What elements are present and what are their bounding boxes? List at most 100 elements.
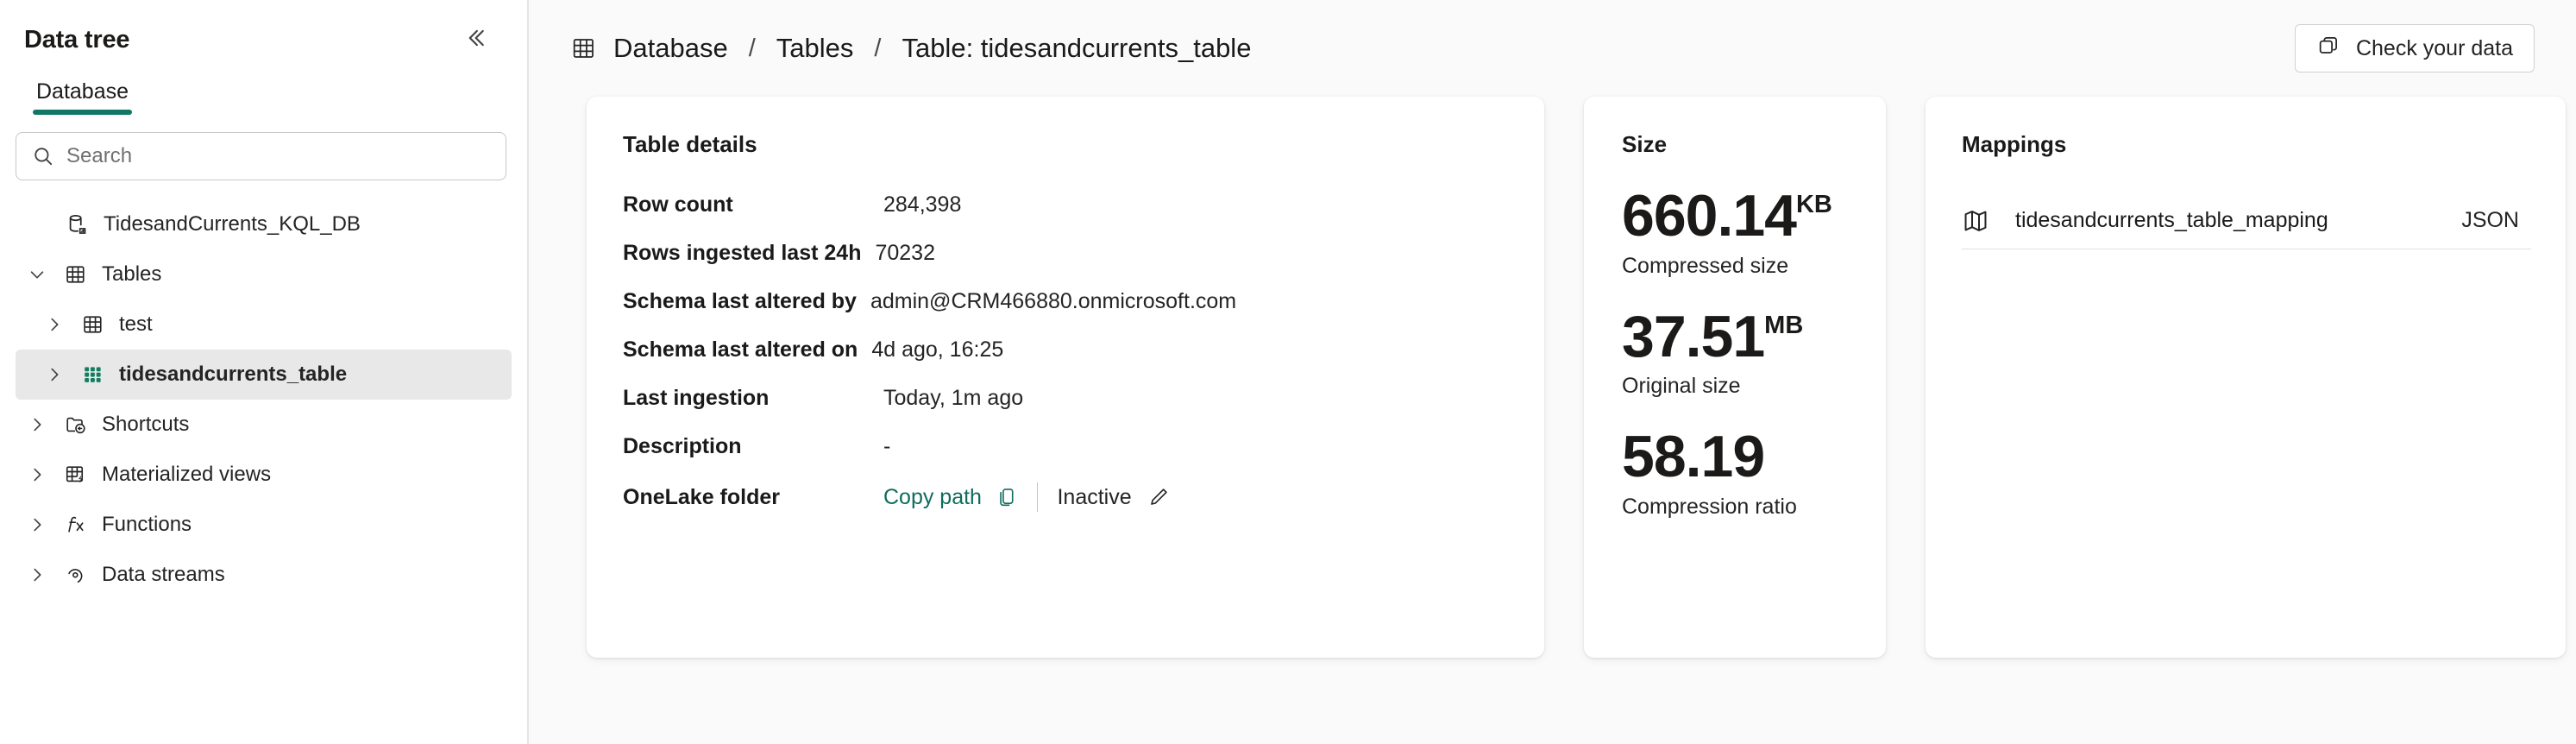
detail-row-rows-ingested: Rows ingested last 24h 70232: [623, 241, 1510, 289]
check-your-data-label: Check your data: [2355, 35, 2513, 60]
check-your-data-button[interactable]: Check your data: [2294, 24, 2535, 73]
size-card-title: Size: [1622, 131, 1668, 157]
chevron-double-left-icon: [462, 25, 488, 55]
mappings-list: tidesandcurrents_table_mapping JSON: [1962, 192, 2531, 249]
detail-value: 284,398: [883, 192, 962, 217]
metric-unit: MB: [1764, 311, 1804, 339]
metric-value-row: 37.51 MB: [1622, 303, 1886, 369]
breadcrumb-separator: /: [874, 34, 882, 62]
metric-value-row: 660.14 KB: [1622, 183, 1886, 249]
tree-item-label: Shortcuts: [102, 413, 190, 436]
mapping-kind: JSON: [2461, 208, 2519, 232]
metric-caption: Compressed size: [1622, 253, 1789, 278]
sidebar-tabs: Database: [0, 60, 527, 118]
tree-item-shortcuts[interactable]: Shortcuts: [16, 400, 512, 450]
page-title: Data tree: [24, 25, 130, 54]
detail-label: Description: [623, 434, 742, 458]
breadcrumb-item-tables[interactable]: Tables: [776, 33, 854, 64]
detail-row-schema-altered-on: Schema last altered on 4d ago, 16:25: [623, 337, 1510, 386]
detail-label: Rows ingested last 24h: [623, 241, 862, 265]
copy-path-link[interactable]: Copy path: [883, 485, 982, 510]
detail-row-last-ingestion: Last ingestion Today, 1m ago: [623, 386, 1510, 434]
tree-item-label: Data streams: [102, 563, 225, 586]
metric-original-size: 37.51 MB Original size: [1622, 303, 1886, 400]
table-details-title: Table details: [623, 131, 757, 157]
detail-row-schema-altered-by: Schema last altered by admin@CRM466880.o…: [623, 289, 1510, 337]
detail-value: Today, 1m ago: [883, 386, 1024, 410]
chevron-right-icon[interactable]: [17, 565, 57, 584]
metric-value: 37.51: [1622, 303, 1765, 369]
detail-label: Row count: [623, 192, 733, 217]
table-icon: [570, 35, 598, 62]
metric-caption: Original size: [1622, 374, 1741, 399]
function-icon: [57, 513, 95, 537]
detail-label: Last ingestion: [623, 386, 770, 410]
size-card: Size 660.14 KB Compressed size 37.51 MB …: [1584, 97, 1886, 658]
detail-value: -: [883, 434, 891, 458]
tree-item-label: test: [119, 312, 153, 336]
metric-value: 58.19: [1622, 424, 1765, 490]
tree-item-test[interactable]: test: [16, 299, 512, 350]
tree-item-label: Tables: [102, 262, 162, 286]
mapping-list-item[interactable]: tidesandcurrents_table_mapping JSON: [1962, 192, 2531, 249]
tree-item-label: tidesandcurrents_table: [119, 363, 348, 386]
chevron-right-icon[interactable]: [17, 465, 57, 484]
database-icon: [59, 212, 97, 236]
chevron-right-icon[interactable]: [17, 415, 57, 434]
onelake-actions: Copy path Inactive: [883, 482, 1170, 512]
chevron-right-icon[interactable]: [35, 315, 74, 334]
main-content: Database / Tables / Table: tidesandcurre…: [529, 0, 2576, 744]
detail-value: admin@CRM466880.onmicrosoft.com: [870, 289, 1237, 313]
metric-caption: Compression ratio: [1622, 494, 1797, 519]
metric-unit: KB: [1795, 191, 1832, 218]
detail-value: 70232: [875, 241, 935, 265]
mapping-name: tidesandcurrents_table_mapping: [2015, 208, 2328, 232]
divider: [1036, 482, 1039, 512]
metric-value: 660.14: [1622, 183, 1797, 249]
data-stream-icon: [57, 563, 95, 587]
pencil-icon[interactable]: [1147, 486, 1170, 508]
table-details-card: Table details Row count 284,398 Rows ing…: [587, 97, 1544, 658]
table-details-list: Row count 284,398 Rows ingested last 24h…: [623, 192, 1510, 531]
chevron-right-icon[interactable]: [17, 515, 57, 534]
app-root: Data tree Database Search TidesandCurren…: [0, 0, 2576, 744]
tree-item-functions[interactable]: Functions: [16, 500, 512, 550]
detail-label: OneLake folder: [623, 484, 780, 509]
shortcut-folder-icon: [57, 413, 95, 437]
copy-icon[interactable]: [996, 486, 1018, 508]
table-icon: [57, 262, 95, 287]
tree-item-label: TidesandCurrents_KQL_DB: [104, 212, 361, 236]
table-icon: [74, 312, 112, 337]
collapse-panel-button[interactable]: [456, 21, 494, 59]
chevron-down-icon[interactable]: [17, 265, 57, 284]
breadcrumb-item-database[interactable]: Database: [613, 33, 728, 64]
database-tree: TidesandCurrents_KQL_DB Tables test tide…: [0, 180, 527, 600]
detail-label: Schema last altered on: [623, 337, 858, 362]
detail-label: Schema last altered by: [623, 289, 857, 313]
tree-item-tidesandcurrents-table[interactable]: tidesandcurrents_table: [16, 350, 512, 400]
tree-item-data-streams[interactable]: Data streams: [16, 550, 512, 600]
search-input[interactable]: Search: [66, 144, 132, 168]
main-header: Database / Tables / Table: tidesandcurre…: [529, 0, 2576, 97]
mappings-card-title: Mappings: [1962, 131, 2067, 157]
detail-row-onelake-folder: OneLake folder Copy path Inactive: [623, 482, 1510, 531]
search-box[interactable]: Search: [16, 132, 506, 180]
table-filled-icon: [74, 363, 112, 387]
detail-row-row-count: Row count 284,398: [623, 192, 1510, 241]
metric-value-row: 58.19: [1622, 424, 1886, 490]
cards-row: Table details Row count 284,398 Rows ing…: [529, 97, 2576, 658]
search-icon: [32, 145, 54, 167]
tree-item-materialized-views[interactable]: Materialized views: [16, 450, 512, 500]
detail-row-description: Description -: [623, 434, 1510, 482]
sidebar-header: Data tree: [0, 0, 527, 60]
tree-item-database[interactable]: TidesandCurrents_KQL_DB: [16, 199, 512, 249]
tree-item-label: Materialized views: [102, 463, 272, 486]
onelake-status: Inactive: [1057, 484, 1132, 509]
breadcrumb-item-current: Table: tidesandcurrents_table: [902, 33, 1252, 63]
materialized-view-icon: [57, 463, 95, 487]
map-icon: [1962, 207, 2015, 235]
tab-database[interactable]: Database: [24, 76, 141, 118]
chevron-right-icon[interactable]: [35, 365, 74, 384]
search-container: Search: [0, 118, 527, 180]
tree-item-tables[interactable]: Tables: [16, 249, 512, 299]
